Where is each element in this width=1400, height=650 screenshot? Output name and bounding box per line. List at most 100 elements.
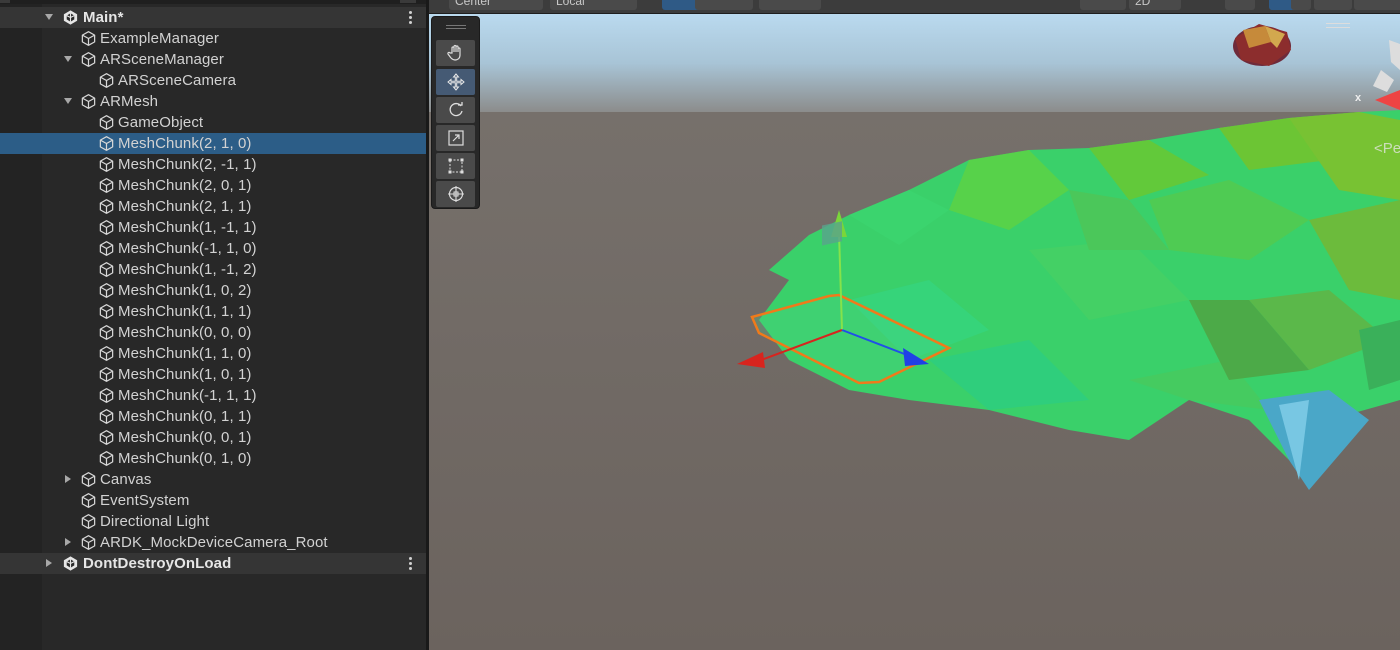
hierarchy-item[interactable]: ExampleManager (0, 28, 426, 49)
hierarchy-item-label: MeshChunk(2, 1, 1) (118, 198, 252, 215)
transform-tool-button[interactable] (436, 181, 475, 207)
hierarchy-item-label: GameObject (118, 114, 204, 131)
hierarchy-item[interactable]: MeshChunk(0, 0, 1) (0, 427, 426, 448)
hierarchy-item[interactable]: MeshChunk(2, -1, 1) (0, 154, 426, 175)
scale-tool-button[interactable] (436, 125, 475, 151)
scene-row[interactable]: Main* (0, 7, 426, 28)
unity-scene-icon (61, 8, 79, 26)
hierarchy-item[interactable]: MeshChunk(2, 0, 1) (0, 175, 426, 196)
rotate-snap-toggle[interactable] (711, 0, 753, 10)
scene-name: DontDestroyOnLoad (83, 555, 232, 572)
rect-transform-icon (448, 158, 463, 174)
hierarchy-item[interactable]: MeshChunk(2, 1, 1) (0, 196, 426, 217)
tools-grip[interactable] (446, 28, 466, 29)
hierarchy-item[interactable]: GameObject (0, 112, 426, 133)
hierarchy-item[interactable]: MeshChunk(0, 1, 1) (0, 406, 426, 427)
gameobject-cube-icon (97, 197, 115, 215)
pivot-rotation-dropdown[interactable]: Local (550, 0, 637, 10)
hierarchy-item[interactable]: MeshChunk(1, 0, 2) (0, 280, 426, 301)
tools-grip[interactable] (446, 25, 466, 26)
gameobject-cube-icon (79, 512, 97, 530)
move-arrows-icon (446, 73, 465, 91)
gameobject-cube-icon (97, 113, 115, 131)
rotate-tool-button[interactable] (436, 97, 475, 123)
hierarchy-item[interactable]: MeshChunk(1, 0, 1) (0, 364, 426, 385)
hierarchy-item[interactable]: ARSceneCamera (0, 70, 426, 91)
camera-settings-dropdown[interactable] (1354, 0, 1400, 10)
hierarchy-item[interactable]: MeshChunk(1, -1, 1) (0, 217, 426, 238)
hierarchy-panel: Main* ExampleManager ARSceneManager ARScene… (0, 0, 426, 650)
hierarchy-item[interactable]: MeshChunk(2, 1, 0) (0, 133, 426, 154)
scene-view-menu-icon[interactable] (1326, 23, 1350, 31)
hierarchy-item-label: MeshChunk(2, 1, 0) (118, 135, 252, 152)
rect-tool-button[interactable] (436, 153, 475, 179)
hierarchy-item[interactable]: MeshChunk(1, 1, 0) (0, 343, 426, 364)
gameobject-cube-icon (79, 92, 97, 110)
gameobject-cube-icon (97, 302, 115, 320)
hierarchy-top-strip (0, 0, 426, 4)
hierarchy-item[interactable]: MeshChunk(-1, 1, 0) (0, 238, 426, 259)
hierarchy-item[interactable]: MeshChunk(0, 0, 0) (0, 322, 426, 343)
scene-row[interactable]: DontDestroyOnLoad (0, 553, 426, 574)
hierarchy-item-label: MeshChunk(0, 0, 0) (118, 324, 252, 341)
draw-mode-dropdown[interactable] (1080, 0, 1126, 10)
hierarchy-item[interactable]: ARDK_MockDeviceCamera_Root (0, 532, 426, 553)
hand-tool-button[interactable] (436, 40, 475, 66)
move-tool-button[interactable] (436, 69, 475, 95)
scene-canvas[interactable] (429, 0, 1400, 650)
mode-2d-label: 2D (1135, 0, 1151, 8)
hierarchy-item-label: ExampleManager (100, 30, 219, 47)
more-options-icon[interactable] (406, 554, 414, 572)
hierarchy-item-label: MeshChunk(1, -1, 1) (118, 219, 257, 236)
collapse-arrow-icon[interactable] (62, 473, 74, 485)
hierarchy-item-label: MeshChunk(1, -1, 2) (118, 261, 257, 278)
gameobject-cube-icon (97, 344, 115, 362)
hierarchy-item[interactable]: Canvas (0, 469, 426, 490)
gameobject-cube-icon (79, 533, 97, 551)
gameobject-cube-icon (79, 491, 97, 509)
hierarchy-item-label: EventSystem (100, 492, 190, 509)
hierarchy-item-label: Directional Light (100, 513, 210, 530)
collapse-arrow-icon[interactable] (43, 557, 55, 569)
hierarchy-item[interactable]: ARSceneManager (0, 49, 426, 70)
gameobject-cube-icon (97, 239, 115, 257)
gameobject-cube-icon (97, 218, 115, 236)
hierarchy-item-label: MeshChunk(1, 1, 1) (118, 303, 252, 320)
projection-label[interactable]: <Pe (1374, 140, 1400, 157)
hierarchy-item-label: MeshChunk(0, 1, 1) (118, 408, 252, 425)
scene-view[interactable]: Center Local 2D x <Pe (429, 0, 1400, 650)
gameobject-cube-icon (97, 428, 115, 446)
mode-2d-toggle[interactable]: 2D (1129, 0, 1181, 10)
axis-x-label[interactable]: x (1355, 92, 1361, 104)
scene-name: Main* (83, 9, 124, 26)
gameobject-cube-icon (97, 155, 115, 173)
search-scene-button[interactable] (1314, 0, 1352, 10)
grid-snap-dropdown[interactable] (759, 0, 821, 10)
gameobject-cube-icon (97, 281, 115, 299)
collapse-arrow-icon[interactable] (62, 536, 74, 548)
hierarchy-item[interactable]: MeshChunk(1, 1, 1) (0, 301, 426, 322)
expand-arrow-icon[interactable] (62, 53, 74, 65)
hierarchy-item-label: MeshChunk(0, 0, 1) (118, 429, 252, 446)
hand-icon (446, 44, 461, 61)
gameobject-cube-icon (79, 29, 97, 47)
gizmos-dropdown[interactable] (1291, 0, 1311, 10)
hierarchy-item-label: ARMesh (100, 93, 159, 110)
hierarchy-item-label: ARDK_MockDeviceCamera_Root (100, 534, 328, 551)
hierarchy-item-label: MeshChunk(1, 0, 2) (118, 282, 252, 299)
pivot-mode-dropdown[interactable]: Center (449, 0, 543, 10)
more-options-icon[interactable] (406, 8, 414, 26)
hierarchy-item[interactable]: MeshChunk(-1, 1, 1) (0, 385, 426, 406)
transform-icon (447, 186, 464, 202)
expand-arrow-icon[interactable] (62, 95, 74, 107)
effects-dropdown[interactable] (1225, 0, 1255, 10)
hierarchy-item[interactable]: MeshChunk(0, 1, 0) (0, 448, 426, 469)
hierarchy-item[interactable]: MeshChunk(1, -1, 2) (0, 259, 426, 280)
gameobject-cube-icon (97, 449, 115, 467)
scene-toolbar: Center Local 2D (429, 0, 1400, 14)
hierarchy-item[interactable]: Directional Light (0, 511, 426, 532)
tools-overlay (431, 16, 480, 209)
hierarchy-item[interactable]: EventSystem (0, 490, 426, 511)
expand-arrow-icon[interactable] (43, 11, 55, 23)
hierarchy-item[interactable]: ARMesh (0, 91, 426, 112)
